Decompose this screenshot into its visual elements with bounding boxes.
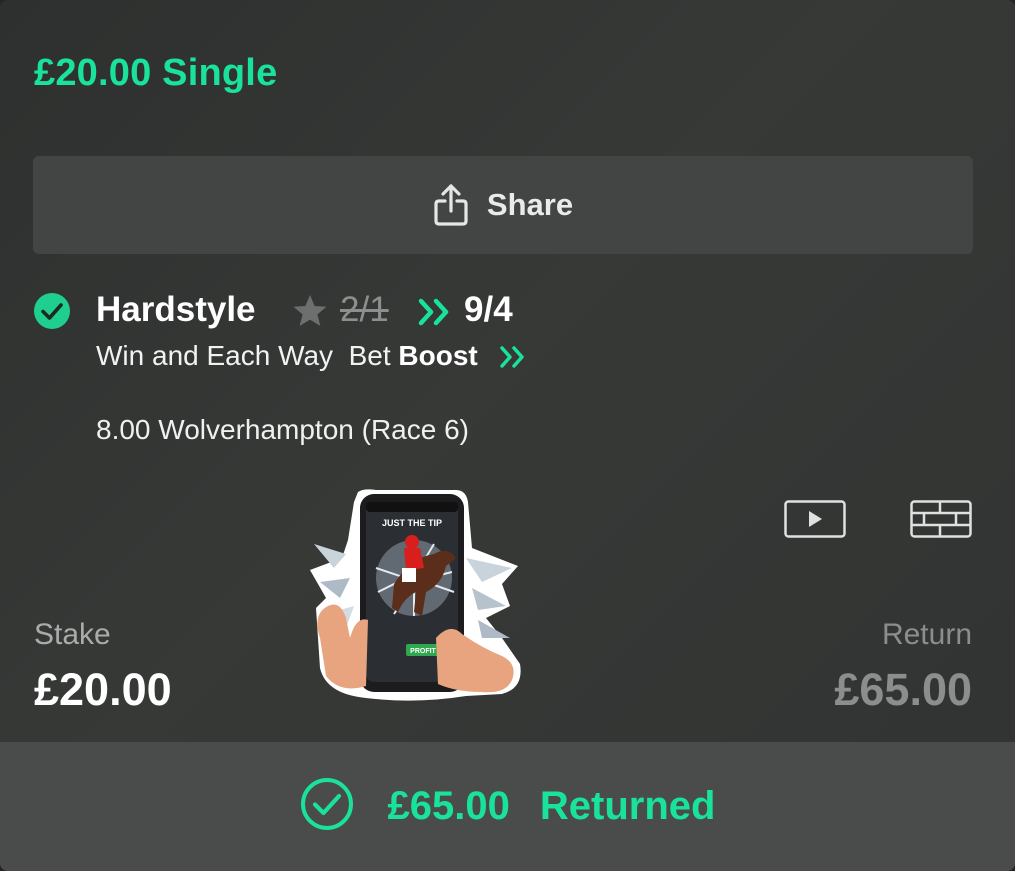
star-icon[interactable] <box>292 294 328 333</box>
sticker-badge: PROFIT <box>410 648 436 655</box>
check-circle-icon <box>300 777 354 836</box>
stake-value: £20.00 <box>34 664 172 715</box>
just-the-tip-sticker: JUST THE TIP PROFIT <box>306 488 524 704</box>
stake-label: Stake <box>34 618 111 651</box>
share-icon <box>433 183 469 227</box>
share-button[interactable]: Share <box>33 156 973 254</box>
boosted-odds: 9/4 <box>464 290 513 329</box>
return-value: £65.00 <box>834 664 972 715</box>
check-circle-icon <box>33 292 71 335</box>
selection-name: Hardstyle <box>96 290 256 329</box>
return-label: Return <box>881 618 972 651</box>
video-icon[interactable] <box>784 500 846 543</box>
returned-amount: £65.00 <box>387 784 510 828</box>
returned-status: Returned <box>539 784 716 828</box>
double-chevron-icon <box>500 346 528 373</box>
double-chevron-icon <box>418 298 454 331</box>
event-name: 8.00 Wolverhampton (Race 6) <box>96 414 469 445</box>
returned-banner: £65.00 Returned <box>0 742 1015 871</box>
share-label: Share <box>486 187 574 222</box>
original-odds: 2/1 <box>340 290 389 329</box>
market-description: Win and Each Way Bet Boost <box>96 340 478 372</box>
market-prefix: Win and Each Way Bet <box>96 340 399 371</box>
bet-card: £20.00 Single Share Hardstyle 2/1 9/4 Wi… <box>0 0 1015 871</box>
sticker-header: JUST THE TIP <box>382 518 442 528</box>
racecard-icon[interactable] <box>910 500 972 543</box>
market-boost: Boost <box>398 340 478 371</box>
bet-title: £20.00 Single <box>34 52 278 94</box>
